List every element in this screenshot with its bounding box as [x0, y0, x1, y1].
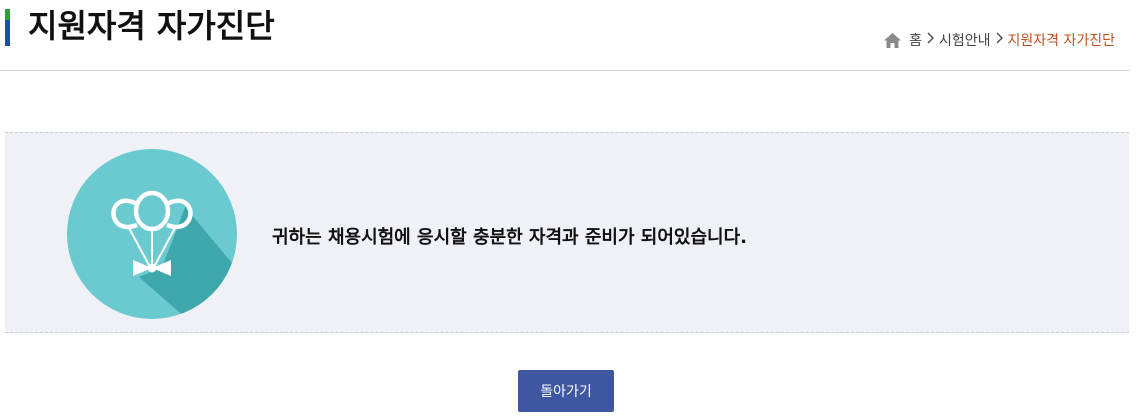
result-message: 귀하는 채용시험에 응시할 충분한 자격과 준비가 되어있습니다. [272, 227, 747, 248]
breadcrumb: 홈 시험안내 지원자격 자가진단 [884, 30, 1115, 50]
page-header: 지원자격 자가진단 홈 시험안내 지원자격 자가진단 [0, 0, 1130, 71]
title-accent-bar [5, 9, 10, 46]
breadcrumb-home[interactable]: 홈 [909, 30, 922, 50]
breadcrumb-exam-guide[interactable]: 시험안내 [939, 30, 991, 50]
breadcrumb-current: 지원자격 자가진단 [1007, 33, 1116, 49]
result-panel: 귀하는 채용시험에 응시할 충분한 자격과 준비가 되어있습니다. [5, 132, 1129, 333]
balloons-icon [67, 149, 237, 319]
page: 지원자격 자가진단 홈 시험안내 지원자격 자가진단 귀하는 채용시험에 응시할… [0, 0, 1147, 420]
chevron-right-icon [996, 32, 1003, 48]
home-icon[interactable] [884, 32, 902, 48]
page-title: 지원자격 자가진단 [28, 7, 275, 45]
back-button[interactable]: 돌아가기 [518, 370, 614, 412]
chevron-right-icon [927, 32, 934, 48]
